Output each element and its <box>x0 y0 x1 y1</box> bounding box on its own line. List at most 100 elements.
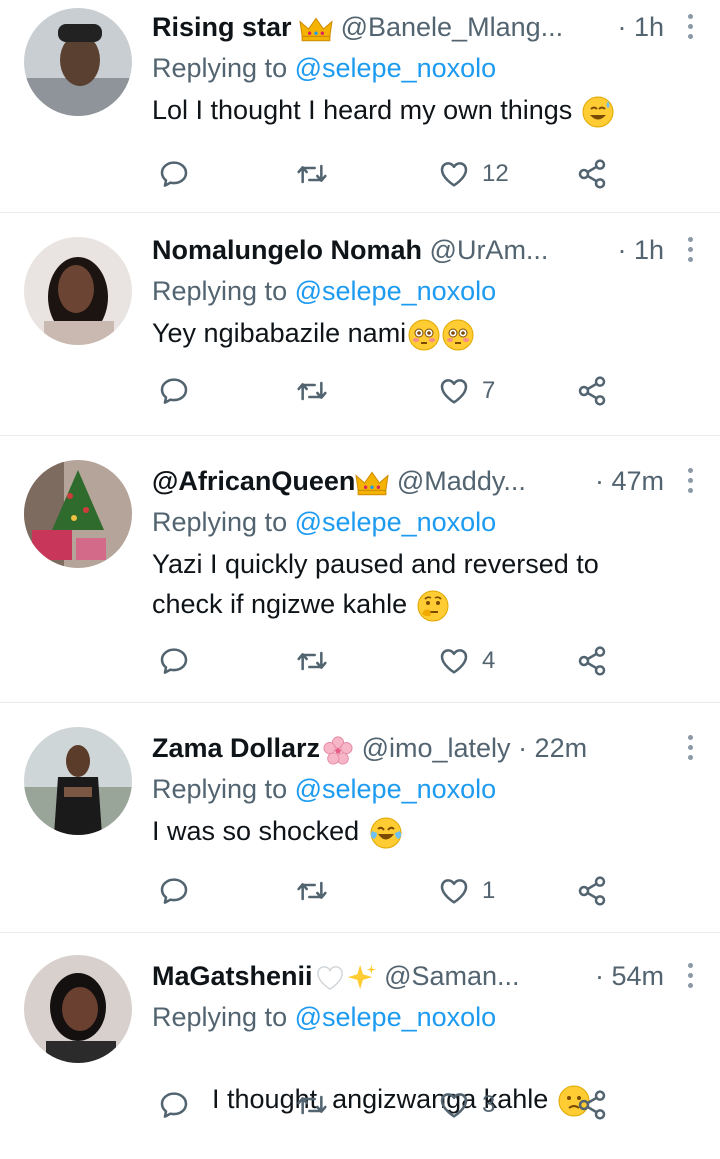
sparkles-emoji-icon <box>347 964 376 990</box>
crown-emoji-icon <box>355 470 389 496</box>
display-name[interactable]: MaGatshenii <box>152 961 313 991</box>
like-count: 4 <box>482 647 496 674</box>
display-name[interactable]: Rising star <box>152 12 292 42</box>
timestamp[interactable]: · 1h <box>617 0 664 54</box>
like-button[interactable]: 12 <box>438 154 509 194</box>
timestamp[interactable]: · 54m <box>595 949 664 1003</box>
tweet[interactable]: Rising star @Banele_Mlang... · 1h Replyi… <box>0 0 720 213</box>
tweet-text: Lol I thought I heard my own things <box>152 90 700 130</box>
retweet-icon <box>296 645 328 677</box>
more-options-icon[interactable] <box>686 735 694 761</box>
retweet-button[interactable] <box>296 871 328 911</box>
mention-link[interactable]: @selepe_noxolo <box>295 774 497 804</box>
reply-icon <box>158 375 190 407</box>
thinking-emoji-icon <box>417 590 449 622</box>
tweet-text: Yazi I quickly paused and reversed to ch… <box>152 544 700 624</box>
heart-icon <box>438 645 470 677</box>
like-count: 7 <box>482 377 496 404</box>
tweet-actions: 1 <box>152 871 622 911</box>
mention-link[interactable]: @selepe_noxolo <box>295 276 497 306</box>
user-handle[interactable]: @Banele_Mlang... <box>341 12 564 42</box>
tweet-actions: 3 <box>152 1085 622 1125</box>
retweet-button[interactable] <box>296 371 328 411</box>
like-button[interactable]: 3 <box>438 1085 495 1125</box>
retweet-button[interactable] <box>296 1085 328 1125</box>
share-icon <box>576 1089 608 1121</box>
like-count: 1 <box>482 877 496 904</box>
timestamp[interactable]: · 47m <box>595 454 664 508</box>
timestamp[interactable]: · 1h <box>617 223 664 277</box>
display-name[interactable]: Zama Dollarz <box>152 733 320 763</box>
timestamp[interactable]: · 22m <box>518 733 587 763</box>
avatar[interactable] <box>24 8 132 116</box>
share-button[interactable] <box>576 871 608 911</box>
share-button[interactable] <box>576 1085 608 1125</box>
reply-button[interactable] <box>158 1085 190 1125</box>
replying-to: Replying to @selepe_noxolo <box>152 1002 497 1032</box>
like-count: 12 <box>482 160 509 187</box>
sweat-smile-emoji-icon <box>582 96 614 128</box>
face-with-tears-of-joy-emoji-icon <box>370 817 402 849</box>
like-count: 3 <box>482 1091 496 1118</box>
reply-button[interactable] <box>158 371 190 411</box>
replies-feed: Rising star @Banele_Mlang... · 1h Replyi… <box>0 0 720 1145</box>
user-handle[interactable]: @Saman... <box>384 961 519 991</box>
mention-link[interactable]: @selepe_noxolo <box>295 1002 497 1032</box>
display-name[interactable]: Nomalungelo Nomah <box>152 235 422 265</box>
heart-icon <box>438 1089 470 1121</box>
replying-to: Replying to @selepe_noxolo <box>152 276 497 306</box>
user-handle[interactable]: @UrAm... <box>430 235 549 265</box>
replying-to: Replying to @selepe_noxolo <box>152 774 497 804</box>
tweet[interactable]: Zama Dollarz @imo_lately · 22m Replying … <box>0 703 720 933</box>
share-icon <box>576 645 608 677</box>
like-button[interactable]: 7 <box>438 371 495 411</box>
user-handle[interactable]: @imo_lately <box>362 733 511 763</box>
share-icon <box>576 158 608 190</box>
tweet-actions: 12 <box>152 154 622 194</box>
tweet-text: Yey ngibabazile nami <box>152 313 700 353</box>
more-options-icon[interactable] <box>686 237 694 263</box>
avatar[interactable] <box>24 955 132 1063</box>
mention-link[interactable]: @selepe_noxolo <box>295 507 497 537</box>
mention-link[interactable]: @selepe_noxolo <box>295 53 497 83</box>
retweet-icon <box>296 375 328 407</box>
user-handle[interactable]: @Maddy... <box>397 466 526 496</box>
avatar[interactable] <box>24 727 132 835</box>
crown-emoji-icon <box>299 16 333 42</box>
share-button[interactable] <box>576 641 608 681</box>
replying-to: Replying to @selepe_noxolo <box>152 53 497 83</box>
reply-button[interactable] <box>158 154 190 194</box>
retweet-icon <box>296 875 328 907</box>
tweet[interactable]: Nomalungelo Nomah @UrAm... · 1h Replying… <box>0 213 720 436</box>
reply-icon <box>158 875 190 907</box>
more-options-icon[interactable] <box>686 963 694 989</box>
flushed-emoji-icon <box>442 319 474 351</box>
heart-icon <box>438 875 470 907</box>
retweet-icon <box>296 1089 328 1121</box>
replying-to: Replying to @selepe_noxolo <box>152 507 497 537</box>
display-name[interactable]: @AfricanQueen <box>152 466 355 496</box>
reply-icon <box>158 158 190 190</box>
reply-icon <box>158 1089 190 1121</box>
more-options-icon[interactable] <box>686 468 694 494</box>
tweet[interactable]: MaGatshenii @Saman... · 54m Replying to … <box>0 933 720 1145</box>
heart-icon <box>438 375 470 407</box>
tweet-actions: 7 <box>152 371 622 411</box>
share-button[interactable] <box>576 371 608 411</box>
avatar[interactable] <box>24 460 132 568</box>
like-button[interactable]: 1 <box>438 871 495 911</box>
share-button[interactable] <box>576 154 608 194</box>
flushed-emoji-icon <box>408 319 440 351</box>
retweet-icon <box>296 158 328 190</box>
reply-button[interactable] <box>158 641 190 681</box>
more-options-icon[interactable] <box>686 14 694 40</box>
avatar[interactable] <box>24 237 132 345</box>
retweet-button[interactable] <box>296 154 328 194</box>
reply-icon <box>158 645 190 677</box>
heart-icon <box>438 158 470 190</box>
share-icon <box>576 375 608 407</box>
retweet-button[interactable] <box>296 641 328 681</box>
tweet[interactable]: @AfricanQueen @Maddy... · 47m Replying t… <box>0 436 720 703</box>
reply-button[interactable] <box>158 871 190 911</box>
like-button[interactable]: 4 <box>438 641 495 681</box>
